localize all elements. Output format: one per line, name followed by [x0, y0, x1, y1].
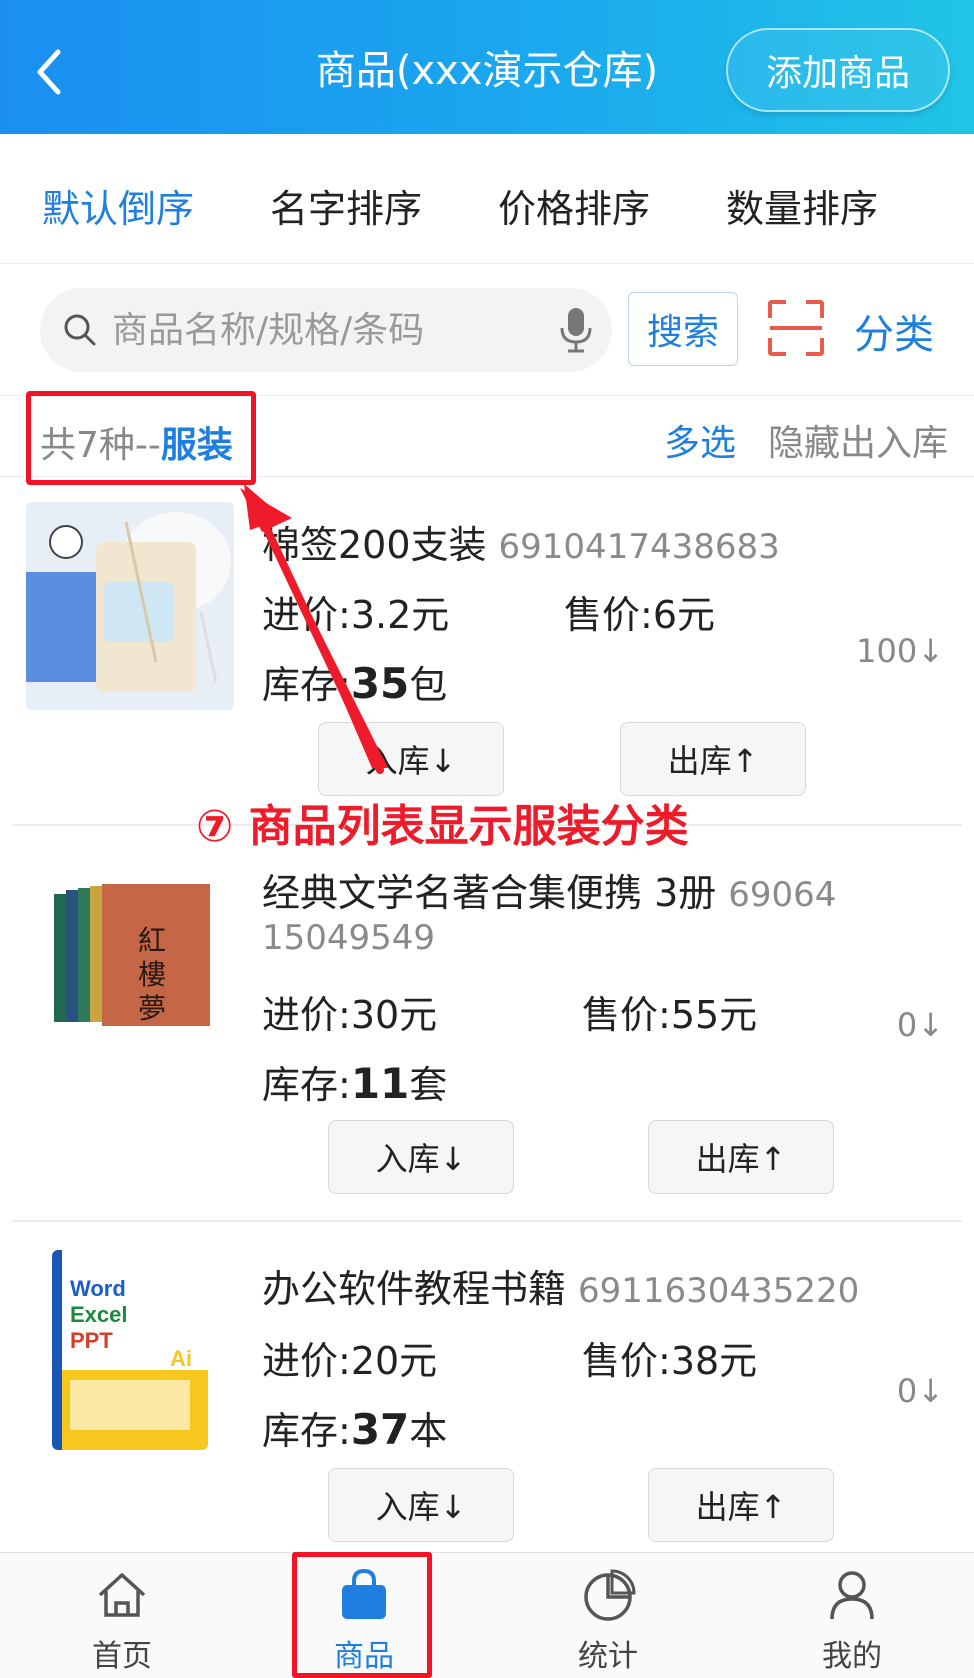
stock-in-button[interactable]: 入库↓	[328, 1120, 514, 1194]
product-barcode: 6911630435220	[578, 1271, 860, 1311]
nav-highlight-box	[292, 1552, 432, 1678]
cost-label: 进价:	[262, 1339, 351, 1383]
stock: 库存:37本	[262, 1400, 447, 1455]
product-name: 棉签200支装 6910417438683	[262, 514, 780, 569]
nav-profile[interactable]: 我的	[762, 1553, 942, 1678]
quantity-indicator[interactable]: 0↓	[897, 1372, 944, 1410]
price-value: 38元	[670, 1339, 758, 1383]
svg-text:Word: Word	[70, 1276, 126, 1301]
app-header: 商品(xxx演示仓库) 添加商品	[0, 0, 974, 134]
stock-label: 库存:	[262, 1409, 351, 1453]
list-item[interactable]: 紅 樓 夢 经典文学名著合集便携 3册 69064 15049549 进价:30元…	[0, 826, 974, 1222]
svg-text:PPT: PPT	[70, 1328, 113, 1353]
add-product-button[interactable]: 添加商品	[726, 28, 950, 112]
cost-price: 进价:20元	[262, 1330, 437, 1385]
product-name: 经典文学名著合集便携 3册 69064	[262, 862, 836, 917]
nav-statistics[interactable]: 统计	[518, 1553, 698, 1678]
price-value: 55元	[670, 993, 758, 1037]
microphone-icon[interactable]	[556, 306, 596, 354]
cost-value: 30元	[350, 993, 438, 1037]
product-barcode-continued: 15049549	[262, 918, 436, 958]
product-name-text: 经典文学名著合集便携 3册	[262, 871, 717, 915]
product-image-cotton-swabs	[26, 502, 234, 710]
product-barcode: 6910417438683	[498, 527, 780, 567]
tab-quantity-sort[interactable]: 数量排序	[726, 178, 878, 233]
tab-price-sort[interactable]: 价格排序	[498, 178, 650, 233]
nav-label: 首页	[92, 1639, 152, 1674]
cost-value: 20元	[350, 1339, 438, 1383]
list-item[interactable]: 棉签200支装 6910417438683 进价:3.2元 售价:6元 库存:35…	[0, 478, 974, 826]
sale-price: 售价:38元	[582, 1330, 757, 1385]
stock-unit: 本	[409, 1409, 448, 1453]
home-icon	[98, 1573, 146, 1617]
search-icon	[64, 314, 96, 346]
nav-label: 我的	[822, 1639, 882, 1674]
cost-label: 进价:	[262, 593, 351, 637]
stock-quantity: 11	[350, 1059, 410, 1108]
stock-out-button[interactable]: 出库↑	[648, 1468, 834, 1542]
product-image-office-book: Word Excel PPT Ai	[52, 1250, 208, 1450]
cost-price: 进价:30元	[262, 984, 437, 1039]
product-name-text: 办公软件教程书籍	[262, 1267, 567, 1311]
stock-quantity: 37	[350, 1405, 410, 1454]
product-barcode: 69064	[728, 875, 837, 915]
svg-text:夢: 夢	[138, 992, 166, 1025]
tab-name-sort[interactable]: 名字排序	[270, 178, 422, 233]
nav-home[interactable]: 首页	[32, 1553, 212, 1678]
stock: 库存:35包	[262, 654, 447, 709]
sale-price: 售价:55元	[582, 984, 757, 1039]
price-value: 6元	[652, 593, 715, 637]
stock-label: 库存:	[262, 663, 351, 707]
stock-in-button[interactable]: 入库↓	[318, 722, 504, 796]
tab-default-desc[interactable]: 默认倒序	[42, 178, 194, 233]
stock-unit: 包	[409, 663, 448, 707]
stock: 库存:11套	[262, 1054, 447, 1109]
category-highlight-box	[26, 391, 256, 485]
annotation-label: ⑦ 商品列表显示服装分类	[196, 801, 689, 852]
product-name: 办公软件教程书籍 6911630435220	[262, 1258, 859, 1313]
price-label: 售价:	[582, 993, 671, 1037]
multi-select-button[interactable]: 多选	[664, 414, 736, 466]
svg-text:Excel: Excel	[70, 1302, 128, 1327]
stock-in-button[interactable]: 入库↓	[328, 1468, 514, 1542]
bottom-nav: 首页 商品 统计 我的	[0, 1552, 974, 1678]
svg-text:樓: 樓	[138, 958, 166, 991]
user-icon	[830, 1571, 874, 1620]
category-link[interactable]: 分类	[854, 302, 934, 360]
stock-unit: 套	[409, 1063, 448, 1107]
stock-label: 库存:	[262, 1063, 351, 1107]
stock-out-button[interactable]: 出库↑	[648, 1120, 834, 1194]
product-name-text: 棉签200支装	[262, 523, 487, 567]
cost-price: 进价:3.2元	[262, 584, 449, 639]
sale-price: 售价:6元	[564, 584, 715, 639]
cost-label: 进价:	[262, 993, 351, 1037]
pie-chart-icon	[584, 1569, 636, 1621]
stock-out-button[interactable]: 出库↑	[620, 722, 806, 796]
quantity-indicator[interactable]: 100↓	[856, 632, 944, 670]
svg-text:紅: 紅	[138, 924, 166, 957]
price-label: 售价:	[564, 593, 653, 637]
hide-io-button[interactable]: 隐藏出入库	[768, 414, 948, 466]
product-image-classic-books: 紅 樓 夢	[52, 880, 212, 1030]
nav-label: 统计	[578, 1639, 638, 1674]
list-item[interactable]: Word Excel PPT Ai 办公软件教程书籍 6911630435220 …	[0, 1222, 974, 1552]
cost-value: 3.2元	[350, 593, 450, 637]
search-box	[40, 288, 612, 372]
search-input[interactable]	[112, 302, 542, 358]
price-label: 售价:	[582, 1339, 671, 1383]
svg-text:Ai: Ai	[170, 1346, 192, 1371]
scan-icon[interactable]	[766, 298, 826, 358]
search-button[interactable]: 搜索	[628, 292, 738, 366]
quantity-indicator[interactable]: 0↓	[897, 1006, 944, 1044]
sort-tabs: 默认倒序 名字排序 价格排序 数量排序	[0, 134, 974, 264]
stock-quantity: 35	[350, 659, 410, 708]
